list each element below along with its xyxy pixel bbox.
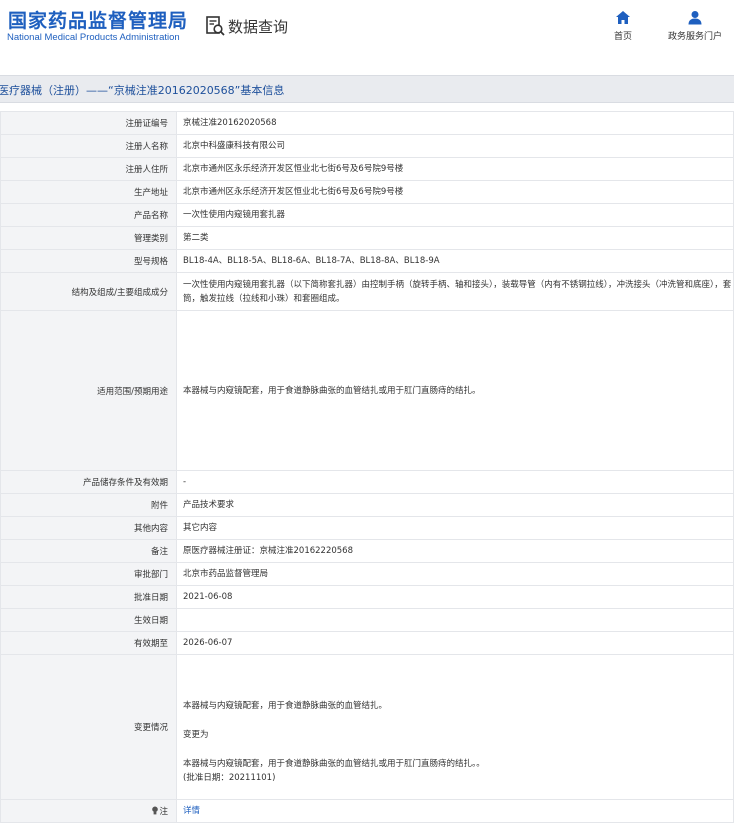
field-value bbox=[176, 608, 734, 632]
table-row: 注册证编号 京械注准20162020568 bbox=[0, 111, 734, 135]
document-search-icon bbox=[206, 16, 225, 36]
field-value: 本器械与内窥镜配套，用于食道静脉曲张的血管结扎或用于肛门直肠痔的结扎。 bbox=[176, 310, 734, 471]
field-value-change: 本器械与内窥镜配套，用于食道静脉曲张的血管结扎。 变更为 本器械与内窥镜配套，用… bbox=[176, 654, 734, 800]
change-line-after: 本器械与内窥镜配套，用于食道静脉曲张的血管结扎或用于肛门直肠痔的结扎。。 bbox=[183, 759, 485, 769]
nav-service-portal[interactable]: 政务服务门户 bbox=[668, 10, 722, 42]
field-value: 京械注准20162020568 bbox=[176, 111, 734, 135]
field-value: 详情 bbox=[176, 799, 734, 823]
field-label: 生产地址 bbox=[0, 180, 177, 204]
page-title: 医疗器械（注册）——“京械注准20162020568”基本信息 bbox=[0, 84, 285, 97]
table-row: 附件 产品技术要求 bbox=[0, 493, 734, 517]
table-row: 生产地址 北京市通州区永乐经济开发区恒业北七街6号及6号院9号楼 bbox=[0, 180, 734, 204]
change-line-connector: 变更为 bbox=[183, 730, 209, 740]
field-value: 北京市药品监督管理局 bbox=[176, 562, 734, 586]
table-row: 批准日期 2021-06-08 bbox=[0, 585, 734, 609]
field-label: 产品储存条件及有效期 bbox=[0, 470, 177, 494]
table-row: 变更情况 本器械与内窥镜配套，用于食道静脉曲张的血管结扎。 变更为 本器械与内窥… bbox=[0, 654, 734, 800]
field-value: 一次性使用内窥镜用套扎器 bbox=[176, 203, 734, 227]
home-icon bbox=[616, 11, 630, 24]
field-label: 结构及组成/主要组成成分 bbox=[0, 272, 177, 311]
field-label: 管理类别 bbox=[0, 226, 177, 250]
table-row: 型号规格 BL18-4A、BL18-5A、BL18-6A、BL18-7A、BL1… bbox=[0, 249, 734, 273]
field-label: 批准日期 bbox=[0, 585, 177, 609]
site-logo-cn[interactable]: 国家药品监督管理局 bbox=[8, 6, 188, 33]
table-row: 生效日期 bbox=[0, 608, 734, 632]
field-value: 北京市通州区永乐经济开发区恒业北七街6号及6号院9号楼 bbox=[176, 180, 734, 204]
field-label: 注册证编号 bbox=[0, 111, 177, 135]
table-row: 管理类别 第二类 bbox=[0, 226, 734, 250]
table-row: 结构及组成/主要组成成分 一次性使用内窥镜用套扎器（以下简称套扎器）由控制手柄（… bbox=[0, 272, 734, 311]
field-value: BL18-4A、BL18-5A、BL18-6A、BL18-7A、BL18-8A、… bbox=[176, 249, 734, 273]
field-value: - bbox=[176, 470, 734, 494]
detail-link[interactable]: 详情 bbox=[183, 806, 200, 816]
field-label: 审批部门 bbox=[0, 562, 177, 586]
field-label: 其他内容 bbox=[0, 516, 177, 540]
field-value: 北京中科盛康科技有限公司 bbox=[176, 134, 734, 158]
table-row: 注册人住所 北京市通州区永乐经济开发区恒业北七街6号及6号院9号楼 bbox=[0, 157, 734, 181]
data-query-title[interactable]: 数据查询 bbox=[204, 14, 288, 38]
table-row: 注册人名称 北京中科盛康科技有限公司 bbox=[0, 134, 734, 158]
nav-home-label: 首页 bbox=[614, 32, 633, 42]
table-row: 注 详情 bbox=[0, 799, 734, 823]
table-row: 产品名称 一次性使用内窥镜用套扎器 bbox=[0, 203, 734, 227]
table-row: 适用范围/预期用途 本器械与内窥镜配套，用于食道静脉曲张的血管结扎或用于肛门直肠… bbox=[0, 310, 734, 471]
field-value: 北京市通州区永乐经济开发区恒业北七街6号及6号院9号楼 bbox=[176, 157, 734, 181]
user-icon bbox=[688, 11, 702, 25]
field-value: 第二类 bbox=[176, 226, 734, 250]
field-value: 2021-06-08 bbox=[176, 585, 734, 609]
field-label: 注册人住所 bbox=[0, 157, 177, 181]
field-value: 产品技术要求 bbox=[176, 493, 734, 517]
field-value: 一次性使用内窥镜用套扎器（以下简称套扎器）由控制手柄（旋转手柄、轴和接头），装载… bbox=[176, 272, 734, 311]
table-row: 产品储存条件及有效期 - bbox=[0, 470, 734, 494]
field-label: 适用范围/预期用途 bbox=[0, 310, 177, 471]
field-label: 备注 bbox=[0, 539, 177, 563]
table-row: 审批部门 北京市药品监督管理局 bbox=[0, 562, 734, 586]
field-label: 生效日期 bbox=[0, 608, 177, 632]
data-query-label: 数据查询 bbox=[228, 17, 289, 36]
table-row: 其他内容 其它内容 bbox=[0, 516, 734, 540]
field-label-note: 注 bbox=[0, 799, 177, 823]
device-info-table: 注册证编号 京械注准20162020568 注册人名称 北京中科盛康科技有限公司… bbox=[0, 111, 734, 823]
field-value: 2026-06-07 bbox=[176, 631, 734, 655]
change-line-before: 本器械与内窥镜配套，用于食道静脉曲张的血管结扎。 bbox=[183, 701, 388, 711]
field-label: 附件 bbox=[0, 493, 177, 517]
nav-home[interactable]: 首页 bbox=[614, 10, 632, 42]
nav-service-portal-label: 政务服务门户 bbox=[668, 32, 723, 42]
field-label: 型号规格 bbox=[0, 249, 177, 273]
field-label: 有效期至 bbox=[0, 631, 177, 655]
field-value: 其它内容 bbox=[176, 516, 734, 540]
table-row: 有效期至 2026-06-07 bbox=[0, 631, 734, 655]
site-logo-en[interactable]: National Medical Products Administration bbox=[7, 32, 180, 43]
page-title-bar: 医疗器械（注册）——“京械注准20162020568”基本信息 bbox=[0, 75, 734, 103]
field-label: 注册人名称 bbox=[0, 134, 177, 158]
table-row: 备注 原医疗器械注册证：京械注准20162220568 bbox=[0, 539, 734, 563]
field-label: 变更情况 bbox=[0, 654, 177, 800]
note-label: 注 bbox=[159, 807, 168, 817]
site-header: 国家药品监督管理局 National Medical Products Admi… bbox=[0, 0, 734, 62]
field-label: 产品名称 bbox=[0, 203, 177, 227]
field-value: 原医疗器械注册证：京械注准20162220568 bbox=[176, 539, 734, 563]
change-line-date: (批准日期：20211101) bbox=[183, 773, 276, 783]
